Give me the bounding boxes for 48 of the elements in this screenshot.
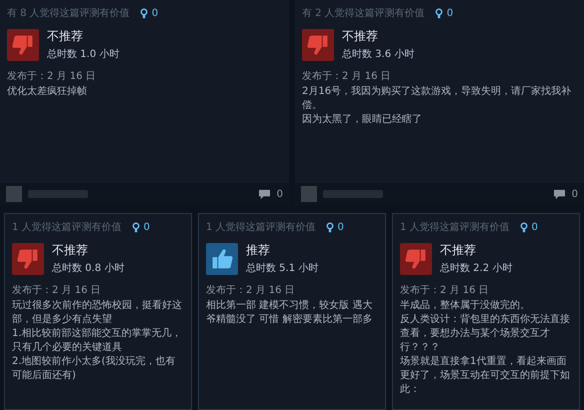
verdict-label: 不推荐 xyxy=(440,242,477,259)
review-text: 2月16号，我因为购买了这款游戏，导致失明，请厂家找我补偿。 xyxy=(302,85,572,113)
lightbulb-award-icon xyxy=(140,8,148,18)
review-text: 反人类设计：背包里的东西你无法直接查看，要想办法与某个场景交互才行？？？ xyxy=(400,313,571,355)
posted-date: 发布于：2 月 16 日 xyxy=(400,284,490,297)
comment-icon[interactable] xyxy=(552,188,566,200)
lightbulb-award-icon xyxy=(434,8,443,18)
verdict-label: 不推荐 xyxy=(342,28,379,45)
posted-date: 发布于：2 月 16 日 xyxy=(7,70,97,83)
posted-date: 发布于：2 月 16 日 xyxy=(206,284,296,297)
posted-date: 发布于：2 月 16 日 xyxy=(302,70,392,83)
lightbulb-award-icon xyxy=(132,222,140,232)
review-text: 2.地图较前作小太多(我没玩完，也有可能后面还有) xyxy=(12,355,176,383)
avatar-icon xyxy=(6,186,22,202)
playtime-text: 总时数 5.1 小时 xyxy=(246,262,318,275)
award-count: 0 xyxy=(446,8,454,18)
lightbulb-award-icon xyxy=(326,222,334,232)
review-text: 相比第一部 建模不习惯，较女版 遇大爷精髓没了 可惜 解密要素比第一部多 xyxy=(206,299,374,327)
award-count: 0 xyxy=(152,8,158,18)
review-text: 玩过很多次前作的恐怖校园，挺看好这部，但是多少有点失望 xyxy=(12,299,183,327)
playtime-text: 总时数 1.0 小时 xyxy=(47,48,120,61)
posted-date: 发布于：2 月 16 日 xyxy=(12,284,102,297)
playtime-text: 总时数 0.8 小时 xyxy=(52,262,124,275)
helpful-count-text: 有 2 人觉得这篇评测有价值 xyxy=(302,6,425,20)
helpful-count-text: 1 人觉得这篇评测有价值 xyxy=(400,220,510,234)
review-text: 1.相比较前部这部能交互的掌掌无几，只有几个必要的关键道具 xyxy=(12,327,183,355)
avatar-icon xyxy=(301,186,317,202)
helpful-count-text: 有 8 人觉得这篇评测有价值 xyxy=(7,6,130,20)
review-text: 场景就是直接拿1代重置，看起来画面更好了，场景互动在可交互的前提下如此： xyxy=(400,355,571,397)
lightbulb-award-icon xyxy=(520,222,528,232)
comment-count: 0 xyxy=(572,188,578,200)
verdict-label: 不推荐 xyxy=(47,28,84,45)
playtime-text: 总时数 2.2 小时 xyxy=(440,262,512,275)
review-text: 因为太黑了，眼睛已经瞎了 xyxy=(302,113,423,127)
playtime-text: 总时数 3.6 小时 xyxy=(342,48,414,61)
review-text: 优化太差疯狂掉帧 xyxy=(7,85,88,99)
blurred-name-bar xyxy=(28,190,88,198)
verdict-label: 推荐 xyxy=(246,242,271,259)
comment-icon[interactable] xyxy=(258,188,271,200)
comment-count: 0 xyxy=(276,188,283,200)
blurred-name-bar xyxy=(323,190,383,198)
review-text: 半成品，整体属于没做完的。 xyxy=(400,299,531,313)
award-count: 0 xyxy=(532,222,538,232)
helpful-count-text: 1 人觉得这篇评测有价值 xyxy=(12,220,122,234)
verdict-label: 不推荐 xyxy=(52,242,89,259)
award-count: 0 xyxy=(338,222,344,232)
award-count: 0 xyxy=(144,222,150,232)
helpful-count-text: 1 人觉得这篇评测有价值 xyxy=(206,220,316,234)
